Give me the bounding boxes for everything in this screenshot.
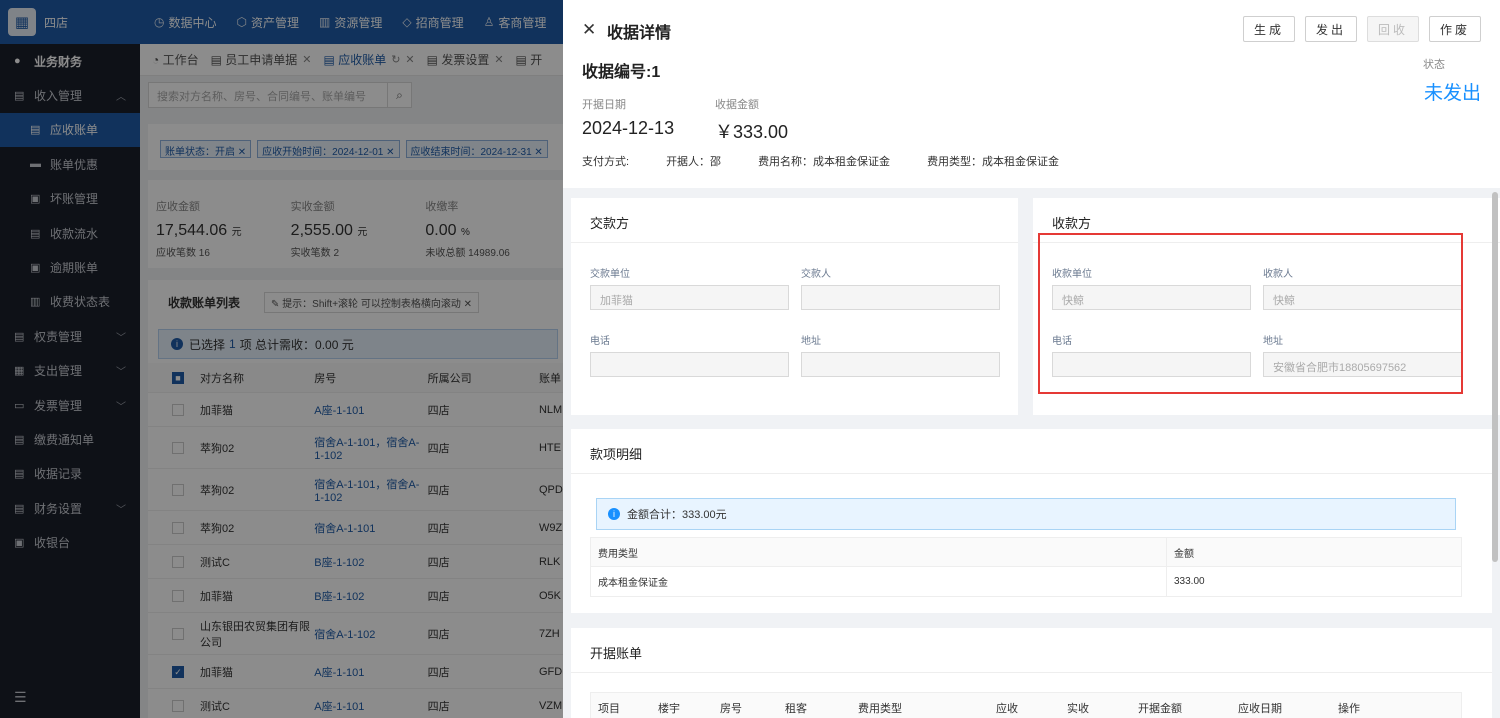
bills-table-header: 项目 楼宇 房号 租客 费用类型 应收 实收 开据金额 应收日期 操作 (590, 692, 1462, 718)
info-icon: i (608, 508, 620, 520)
status-value: 未发出 (1423, 83, 1481, 104)
details-table: 费用类型 金额 成本租金保证金 333.00 (590, 537, 1462, 597)
receipt-header: ✕ 收据详情 生成 发出 回收 作废 收据编号:1 状态 未发出 开据日期 20… (563, 0, 1500, 188)
bills-title: 开据账单 (590, 646, 643, 661)
issue-button[interactable]: 发出 (1304, 16, 1357, 42)
table-header: 费用类型 金额 (591, 538, 1461, 567)
status-label: 状态 (1423, 59, 1445, 71)
bills-card: 开据账单 项目 楼宇 房号 租客 费用类型 应收 实收 开据金额 应收日期 操作 (571, 628, 1492, 718)
payer-phone-field[interactable] (590, 352, 789, 377)
generate-button[interactable]: 生成 (1242, 16, 1295, 42)
payer-unit-field[interactable]: 加菲猫 (590, 285, 789, 310)
receipt-detail-drawer: ✕ 收据详情 生成 发出 回收 作废 收据编号:1 状态 未发出 开据日期 20… (563, 0, 1500, 718)
payer-person-field[interactable] (801, 285, 1000, 310)
recall-button[interactable]: 回收 (1366, 16, 1419, 42)
payer-title: 交款方 (590, 216, 630, 231)
drawer-title: 收据详情 (607, 25, 672, 42)
table-row: 成本租金保证金 333.00 (591, 567, 1461, 596)
receipt-meta: 支付方式: 开据人：邵 费用名称：成本租金保证金 费用类型：成本租金保证金 (582, 156, 1060, 168)
drawer-scrollbar[interactable] (1492, 192, 1498, 562)
details-title: 款项明细 (590, 447, 643, 462)
payee-title: 收款方 (1052, 216, 1092, 231)
payer-address-field[interactable] (801, 352, 1000, 377)
highlight-box (1038, 233, 1463, 394)
receipt-number: 收据编号:1 (582, 64, 661, 81)
date-label: 开据日期 (582, 99, 626, 111)
amount-label: 收据金额 (715, 99, 759, 111)
details-card: 款项明细 i 金额合计：333.00元 费用类型 金额 成本租金保证金 333.… (571, 429, 1492, 613)
void-button[interactable]: 作废 (1428, 16, 1481, 42)
action-buttons: 生成 发出 回收 作废 (1242, 16, 1481, 42)
date-value: 2024-12-13 (582, 118, 675, 138)
total-notice: i 金额合计：333.00元 (596, 498, 1456, 530)
payer-card: 交款方 交款单位 加菲猫 交款人 电话 地址 (571, 198, 1018, 415)
close-icon[interactable]: ✕ (582, 20, 596, 40)
modal-overlay[interactable] (0, 0, 563, 718)
amount-value: ￥333.00 (715, 122, 789, 142)
